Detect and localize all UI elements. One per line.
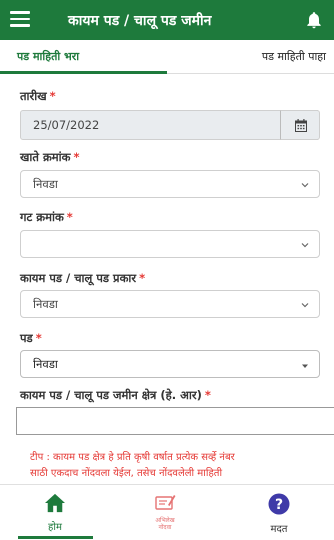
tab-enter-info[interactable]: पड माहिती भरा <box>17 49 79 64</box>
fallow-label-text: पड <box>20 331 33 345</box>
bottom-navigation: होम अभिलेख नोंदवा ? मदत <box>0 484 334 540</box>
account-number-value: निवडा <box>33 177 58 191</box>
app-bar: कायम पड / चालू पड जमीन <box>0 0 334 40</box>
bell-icon[interactable] <box>304 9 324 31</box>
nav-help[interactable]: ? मदत <box>268 493 290 535</box>
fallow-select[interactable]: निवडा <box>20 350 320 378</box>
gat-number-label-text: गट क्रमांक <box>20 210 64 224</box>
area-label: कायम पड / चालू पड जमीन क्षेत्र (हे. आर) * <box>20 388 211 403</box>
account-number-label-text: खाते क्रमांक <box>20 150 71 164</box>
required-mark: * <box>49 89 56 103</box>
date-field[interactable]: 25/07/2022 <box>20 110 318 140</box>
nav-help-label: मदत <box>270 524 288 535</box>
fallow-type-value: निवडा <box>33 297 58 311</box>
home-icon <box>45 493 65 513</box>
hamburger-menu-icon[interactable] <box>10 11 30 27</box>
help-icon: ? <box>268 493 290 515</box>
tip-line-2: साठी एकदाच नोंदवला येईल, तसेच नोंदवलेली … <box>30 468 223 479</box>
tip-note: टीप : कायम पड क्षेत्र हे प्रति कृषी वर्ष… <box>30 450 325 482</box>
fallow-type-label-text: कायम पड / चालू पड प्रकार <box>20 271 137 285</box>
chevron-down-icon <box>301 303 309 308</box>
nav-home[interactable]: होम <box>44 493 66 533</box>
gat-number-label: गट क्रमांक * <box>20 210 73 225</box>
required-mark: * <box>204 388 211 402</box>
required-mark: * <box>66 210 73 224</box>
tab-bar: पड माहिती भरा पड माहिती पाहा <box>0 40 334 74</box>
fallow-type-select[interactable]: निवडा <box>20 290 320 318</box>
fallow-value: निवडा <box>33 357 58 371</box>
fallow-label: पड * <box>20 331 42 346</box>
tip-line-1: टीप : कायम पड क्षेत्र हे प्रति कृषी वर्ष… <box>30 452 235 463</box>
chevron-down-icon <box>301 243 309 248</box>
active-nav-indicator <box>18 536 93 539</box>
date-value: 25/07/2022 <box>33 118 100 132</box>
caret-down-icon <box>302 364 308 368</box>
chevron-down-icon <box>301 183 309 188</box>
nav-records-label-2: नोंदवा <box>158 524 172 531</box>
gat-number-select[interactable] <box>20 230 320 258</box>
calendar-button[interactable] <box>280 110 320 140</box>
nav-records[interactable]: अभिलेख नोंदवा <box>154 493 176 531</box>
fallow-type-label: कायम पड / चालू पड प्रकार * <box>20 271 145 286</box>
app-title: कायम पड / चालू पड जमीन <box>68 13 212 29</box>
area-label-text: कायम पड / चालू पड जमीन क्षेत्र (हे. आर) <box>20 388 202 402</box>
calendar-icon <box>295 119 307 132</box>
tab-view-info[interactable]: पड माहिती पाहा <box>262 49 326 64</box>
account-number-select[interactable]: निवडा <box>20 170 320 198</box>
svg-text:?: ? <box>275 497 283 513</box>
account-number-label: खाते क्रमांक * <box>20 150 79 165</box>
records-icon <box>155 495 176 510</box>
area-input[interactable] <box>16 407 334 435</box>
active-tab-indicator <box>0 71 167 74</box>
date-label: तारीख * <box>20 89 56 104</box>
nav-home-label: होम <box>48 522 62 533</box>
required-mark: * <box>73 150 80 164</box>
required-mark: * <box>35 331 42 345</box>
nav-records-label-1: अभिलेख <box>155 517 175 524</box>
date-label-text: तारीख <box>20 89 47 103</box>
required-mark: * <box>139 271 146 285</box>
